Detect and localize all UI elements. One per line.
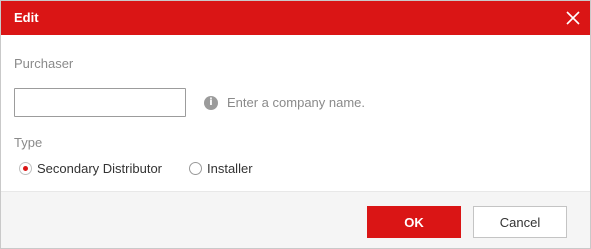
edit-dialog: Edit Purchaser i Enter a company name. T… <box>0 0 591 249</box>
purchaser-hint: i Enter a company name. <box>204 95 365 110</box>
info-icon: i <box>204 95 218 110</box>
hint-text: Enter a company name. <box>227 95 366 110</box>
radio-dot <box>23 166 28 171</box>
cancel-button[interactable]: Cancel <box>473 206 567 238</box>
radio-unchecked-icon <box>189 162 202 175</box>
radio-secondary-distributor[interactable]: Secondary Distributor <box>19 161 162 176</box>
dialog-title: Edit <box>14 10 39 25</box>
dialog-footer: OK Cancel <box>1 191 590 248</box>
radio-label-installer: Installer <box>207 161 253 176</box>
radio-installer[interactable]: Installer <box>189 161 253 176</box>
type-label: Type <box>14 135 43 150</box>
dialog-titlebar: Edit <box>1 1 590 35</box>
radio-label-secondary-distributor: Secondary Distributor <box>37 161 162 176</box>
ok-button[interactable]: OK <box>367 206 461 238</box>
purchaser-label: Purchaser <box>14 56 74 71</box>
close-icon <box>566 11 580 25</box>
close-button[interactable] <box>563 8 583 28</box>
purchaser-input[interactable] <box>14 88 186 117</box>
radio-checked-icon <box>19 162 32 175</box>
